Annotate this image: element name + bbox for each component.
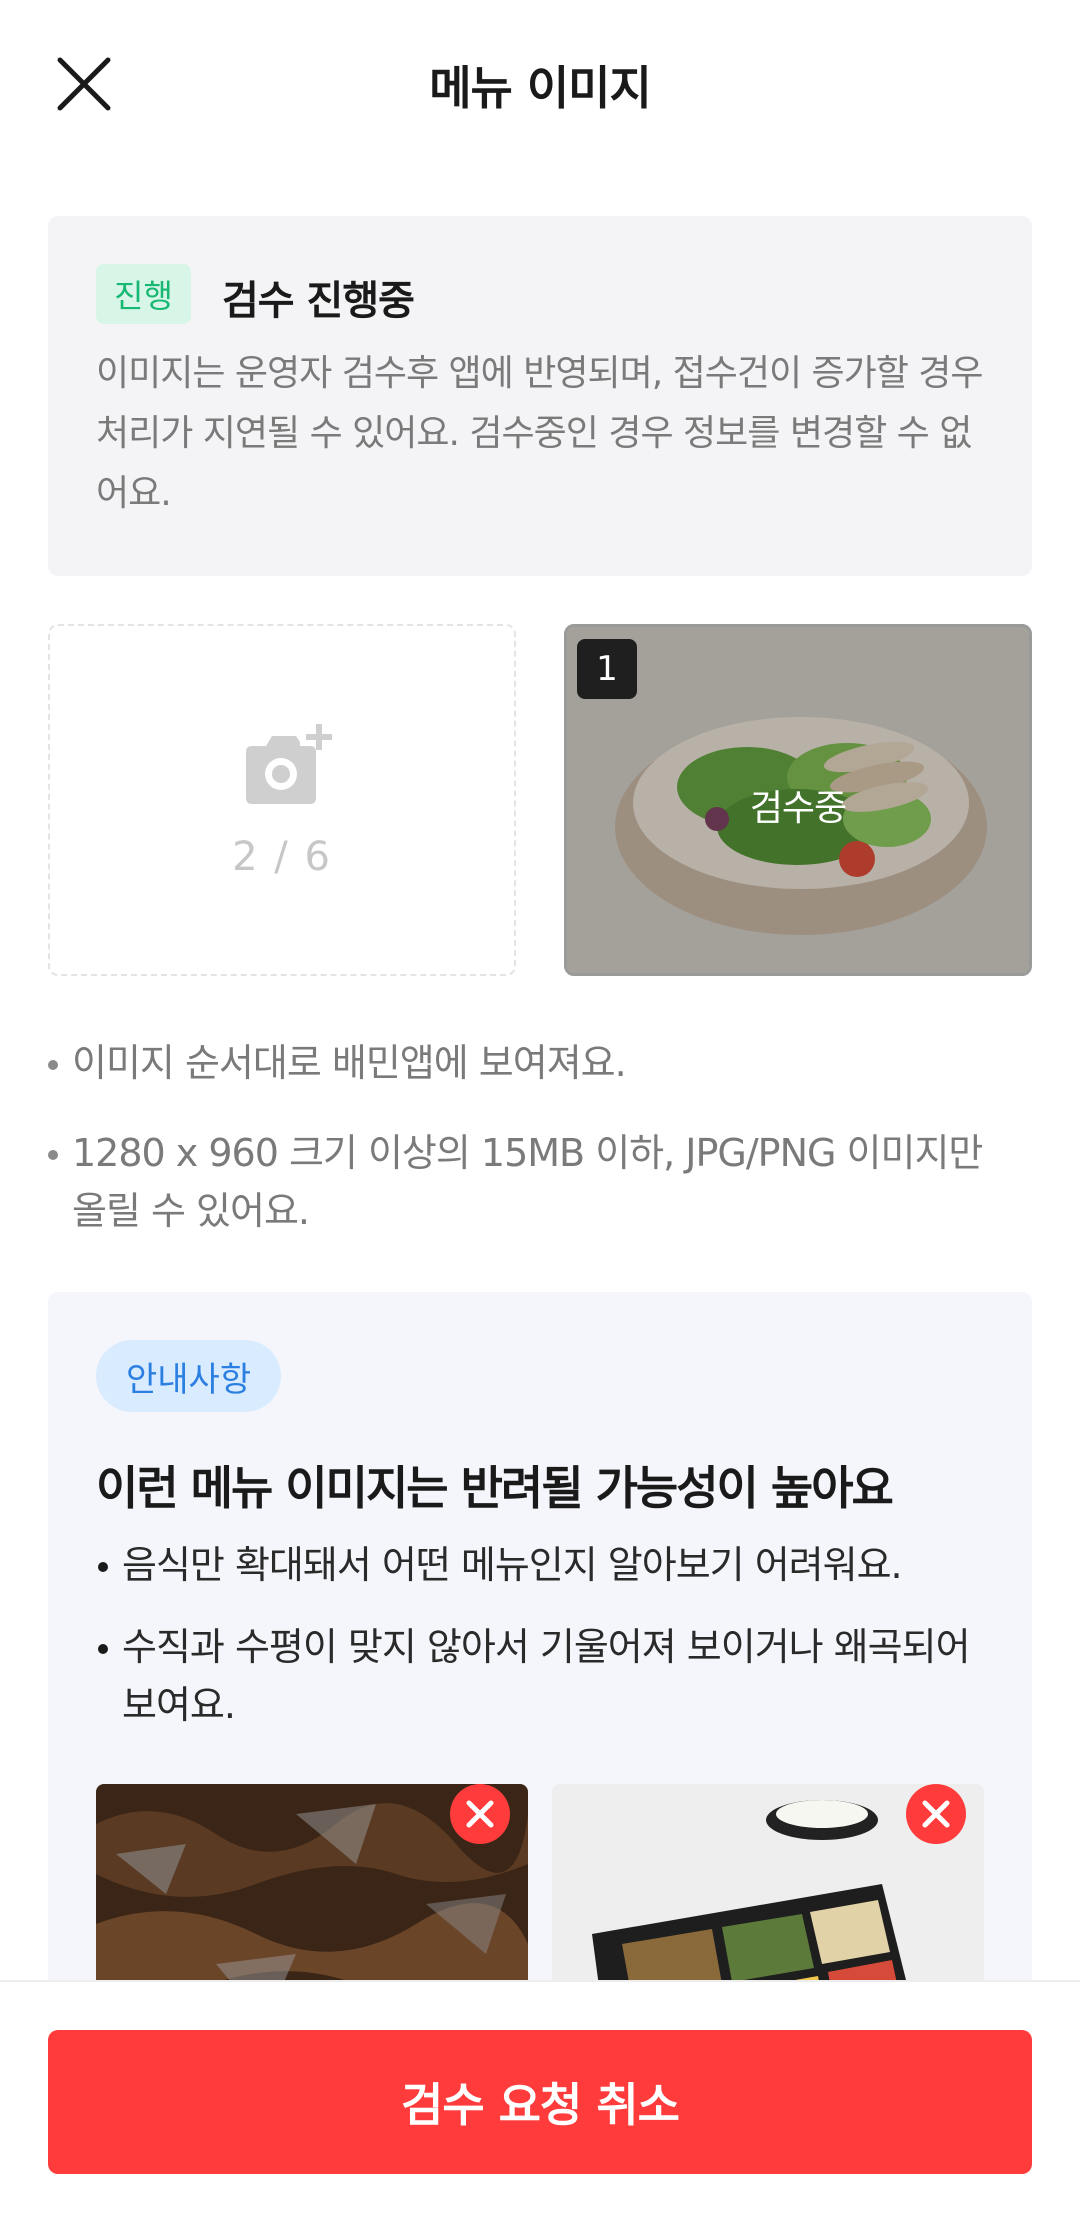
rule-item: 이미지 순서대로 배민앱에 보여져요. xyxy=(44,1034,1024,1092)
reject-x-icon xyxy=(906,1784,966,1844)
notice-title: 이런 메뉴 이미지는 반려될 가능성이 높아요 xyxy=(96,1461,894,1515)
status-title: 검수 진행중 xyxy=(222,278,415,324)
status-description: 이미지는 운영자 검수후 앱에 반영되며, 접수건이 증가할 경우 처리가 지연… xyxy=(96,353,984,514)
header: 메뉴 이미지 xyxy=(0,0,1080,170)
reject-x-icon xyxy=(450,1784,510,1844)
menu-image-item[interactable]: 1 검수중 xyxy=(564,624,1032,976)
review-status-card: 진행 검수 진행중 이미지는 운영자 검수후 앱에 반영되며, 접수건이 증가할… xyxy=(48,216,1032,576)
bottom-action-bar: 검수 요청 취소 xyxy=(0,1980,1080,2220)
image-review-status: 검수중 xyxy=(749,788,847,829)
status-badge: 진행 xyxy=(96,264,191,324)
notice-box: 안내사항 이런 메뉴 이미지는 반려될 가능성이 높아요 음식만 확대돼서 어떤… xyxy=(48,1292,1032,2032)
page-title: 메뉴 이미지 xyxy=(429,61,652,115)
cancel-review-request-button[interactable]: 검수 요청 취소 xyxy=(48,2030,1032,2174)
page: 메뉴 이미지 진행 검수 진행중 이미지는 운영자 검수후 앱에 반영되며, 접… xyxy=(0,0,1080,2220)
image-count: 2 / 6 xyxy=(232,834,332,880)
add-image-button[interactable]: 2 / 6 xyxy=(48,624,516,976)
notice-list: 음식만 확대돼서 어떤 메뉴인지 알아보기 어려워요. 수직과 수평이 맞지 않… xyxy=(96,1536,996,1758)
image-rules-list: 이미지 순서대로 배민앱에 보여져요. 1280 x 960 크기 이상의 15… xyxy=(44,1034,1024,1272)
notice-item: 음식만 확대돼서 어떤 메뉴인지 알아보기 어려워요. xyxy=(96,1536,996,1594)
camera-add-icon xyxy=(246,724,332,804)
rule-item: 1280 x 960 크기 이상의 15MB 이하, JPG/PNG 이미지만 … xyxy=(44,1124,1024,1240)
notice-item: 수직과 수평이 맞지 않아서 기울어져 보이거나 왜곡되어 보여요. xyxy=(96,1618,996,1734)
image-order-badge: 1 xyxy=(577,639,637,699)
notice-badge: 안내사항 xyxy=(96,1340,282,1412)
